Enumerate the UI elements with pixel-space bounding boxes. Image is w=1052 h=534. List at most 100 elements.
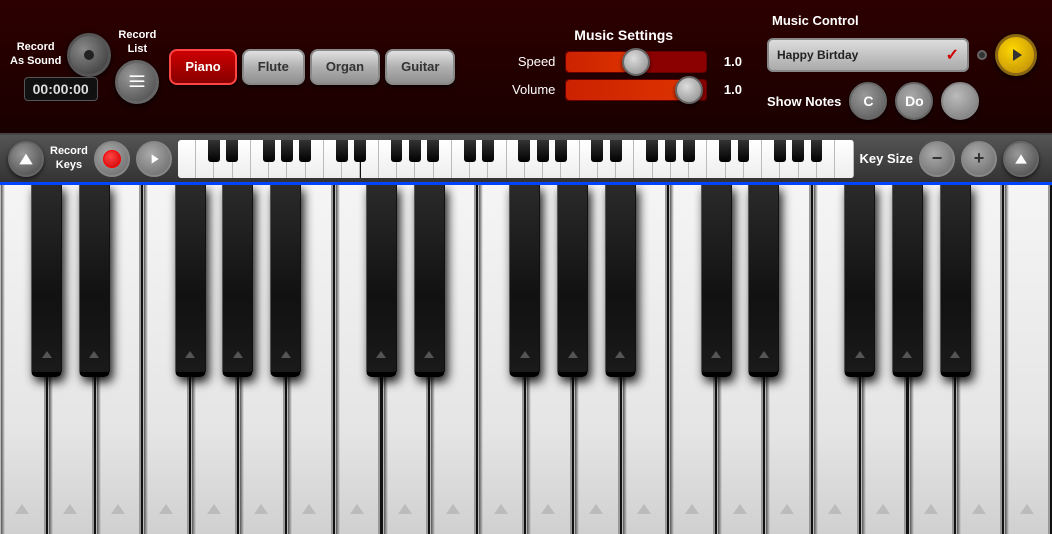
strip-black-key[interactable] [299,140,311,163]
black-key[interactable] [31,185,62,377]
strip-black-key[interactable] [518,140,530,163]
volume-value: 1.0 [717,82,742,97]
strip-black-key[interactable] [646,140,658,163]
key-size-up-button[interactable] [1003,141,1039,177]
play-button[interactable] [995,34,1037,76]
strip-white-key[interactable] [178,140,196,178]
strip-black-key[interactable] [665,140,677,163]
black-key-marker [855,351,865,358]
key-size-decrease-button[interactable]: − [919,141,955,177]
white-key-marker [254,504,268,514]
flute-button[interactable]: Flute [242,49,305,85]
black-key-marker [520,351,530,358]
white-key-marker [350,504,364,514]
checkmark-icon: ✓ [946,45,959,65]
volume-row: Volume 1.0 [505,79,742,101]
strip-black-key[interactable] [591,140,603,163]
black-key[interactable] [892,185,923,377]
strip-black-key[interactable] [336,140,348,163]
strip-black-key[interactable] [427,140,439,163]
strip-black-key[interactable] [719,140,731,163]
speed-slider[interactable] [565,51,707,73]
song-dropdown[interactable]: Happy Birtday ✓ [767,38,969,72]
white-key-left-shadow [670,185,674,534]
white-key-marker [685,504,699,514]
speed-value: 1.0 [717,54,742,69]
strip-black-key[interactable] [683,140,695,163]
black-key-marker [615,351,625,358]
strip-black-key[interactable] [537,140,549,163]
speed-thumb [622,48,650,76]
song-dot [977,50,987,60]
strip-black-key[interactable] [792,140,804,163]
music-settings-panel: Music Settings Speed 1.0 Volume 1.0 [485,27,762,107]
record-as-sound-group: Record As Sound [10,33,111,77]
strip-white-key[interactable] [835,140,853,178]
do-note-button[interactable]: Do [895,82,933,120]
guitar-button[interactable]: Guitar [385,49,455,85]
notes-knob[interactable] [941,82,979,120]
black-key[interactable] [509,185,540,377]
white-key-left-shadow [814,185,818,534]
white-key-left-shadow [1,185,5,534]
black-key-marker [568,351,578,358]
strip-black-key[interactable] [409,140,421,163]
black-key[interactable] [79,185,110,377]
instrument-section: Piano Flute Organ Guitar [169,49,470,85]
black-key[interactable] [366,185,397,377]
black-key[interactable] [270,185,301,377]
black-key[interactable] [222,185,253,377]
strip-black-key[interactable] [610,140,622,163]
speed-row: Speed 1.0 [505,51,742,73]
volume-label: Volume [505,82,555,97]
strip-black-key[interactable] [811,140,823,163]
up-arrow-icon [18,151,34,167]
black-key[interactable] [175,185,206,377]
record-button[interactable] [94,141,130,177]
white-key-marker [924,504,938,514]
piano-container [0,185,1052,534]
strip-black-key[interactable] [208,140,220,163]
black-key-marker [233,351,243,358]
strip-black-key[interactable] [555,140,567,163]
c-note-label: C [863,93,873,109]
record-list-button[interactable] [115,60,159,104]
volume-slider[interactable] [565,79,707,101]
white-key-marker [637,504,651,514]
strip-black-key[interactable] [391,140,403,163]
strip-black-key[interactable] [354,140,366,163]
black-key[interactable] [557,185,588,377]
scroll-up-button[interactable] [8,141,44,177]
playback-button[interactable] [136,141,172,177]
black-key[interactable] [701,185,732,377]
piano-button[interactable]: Piano [169,49,236,85]
black-key-marker [424,351,434,358]
strip-black-key[interactable] [482,140,494,163]
song-selector-row: Happy Birtday ✓ [762,34,1042,76]
strip-black-key[interactable] [263,140,275,163]
record-dot-icon [103,150,121,168]
strip-black-key[interactable] [774,140,786,163]
strip-black-key[interactable] [226,140,238,163]
record-list-label2: List [128,43,148,56]
play-icon [1007,46,1025,64]
black-key[interactable] [414,185,445,377]
key-size-increase-button[interactable]: + [961,141,997,177]
c-note-button[interactable]: C [849,82,887,120]
strip-black-key[interactable] [738,140,750,163]
volume-thumb [675,76,703,104]
white-key-marker [876,504,890,514]
strip-black-key[interactable] [281,140,293,163]
white-key[interactable] [1004,185,1050,534]
black-key[interactable] [605,185,636,377]
black-key-marker [902,351,912,358]
white-key-marker [494,504,508,514]
organ-button[interactable]: Organ [310,49,380,85]
record-as-sound-knob[interactable] [67,33,111,77]
playback-icon [147,152,161,166]
black-key[interactable] [748,185,779,377]
black-key[interactable] [940,185,971,377]
strip-black-key[interactable] [464,140,476,163]
white-key-marker [1020,504,1034,514]
black-key[interactable] [844,185,875,377]
